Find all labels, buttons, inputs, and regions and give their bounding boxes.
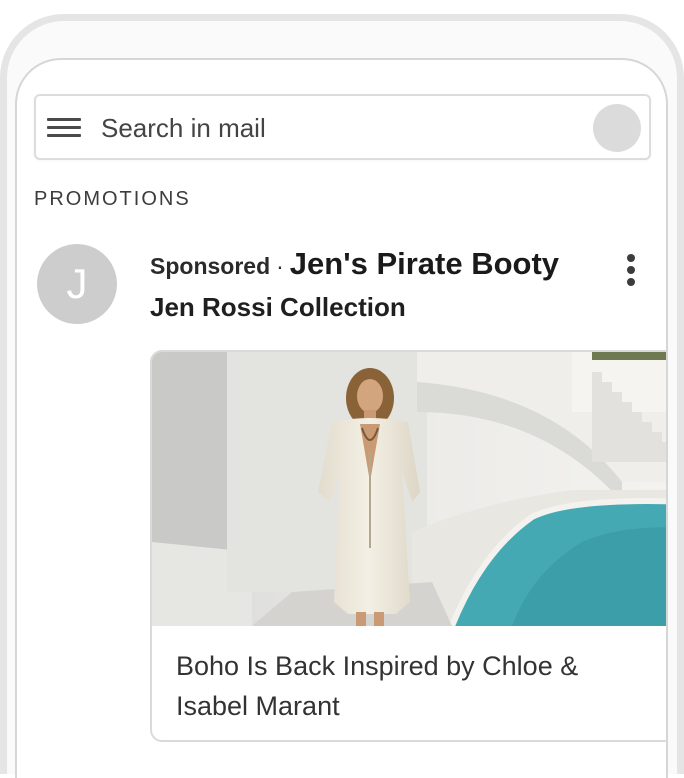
section-label-promotions: PROMOTIONS	[34, 188, 191, 210]
account-avatar[interactable]	[593, 104, 641, 152]
email-subject[interactable]: Jen Rossi Collection	[150, 292, 406, 323]
hamburger-menu-icon[interactable]	[47, 118, 81, 138]
sponsored-label: Sponsored	[150, 253, 271, 279]
ad-caption[interactable]: Boho Is Back Inspired by Chloe & Isabel …	[176, 646, 646, 726]
search-input[interactable]: Search in mail	[101, 112, 266, 144]
mail-screen: Search in mail PROMOTIONS J Sponsored · Je…	[15, 58, 668, 778]
sponsored-header[interactable]: Sponsored · Jen's Pirate Booty	[150, 246, 559, 282]
sender-avatar: J	[37, 244, 117, 324]
separator-dot: ·	[276, 253, 284, 279]
sender-name: Jen's Pirate Booty	[289, 246, 560, 281]
search-bar[interactable]: Search in mail	[34, 94, 651, 160]
ad-card[interactable]: Boho Is Back Inspired by Chloe & Isabel …	[150, 350, 666, 742]
more-vert-icon[interactable]	[619, 252, 643, 288]
ad-image[interactable]	[152, 352, 666, 626]
